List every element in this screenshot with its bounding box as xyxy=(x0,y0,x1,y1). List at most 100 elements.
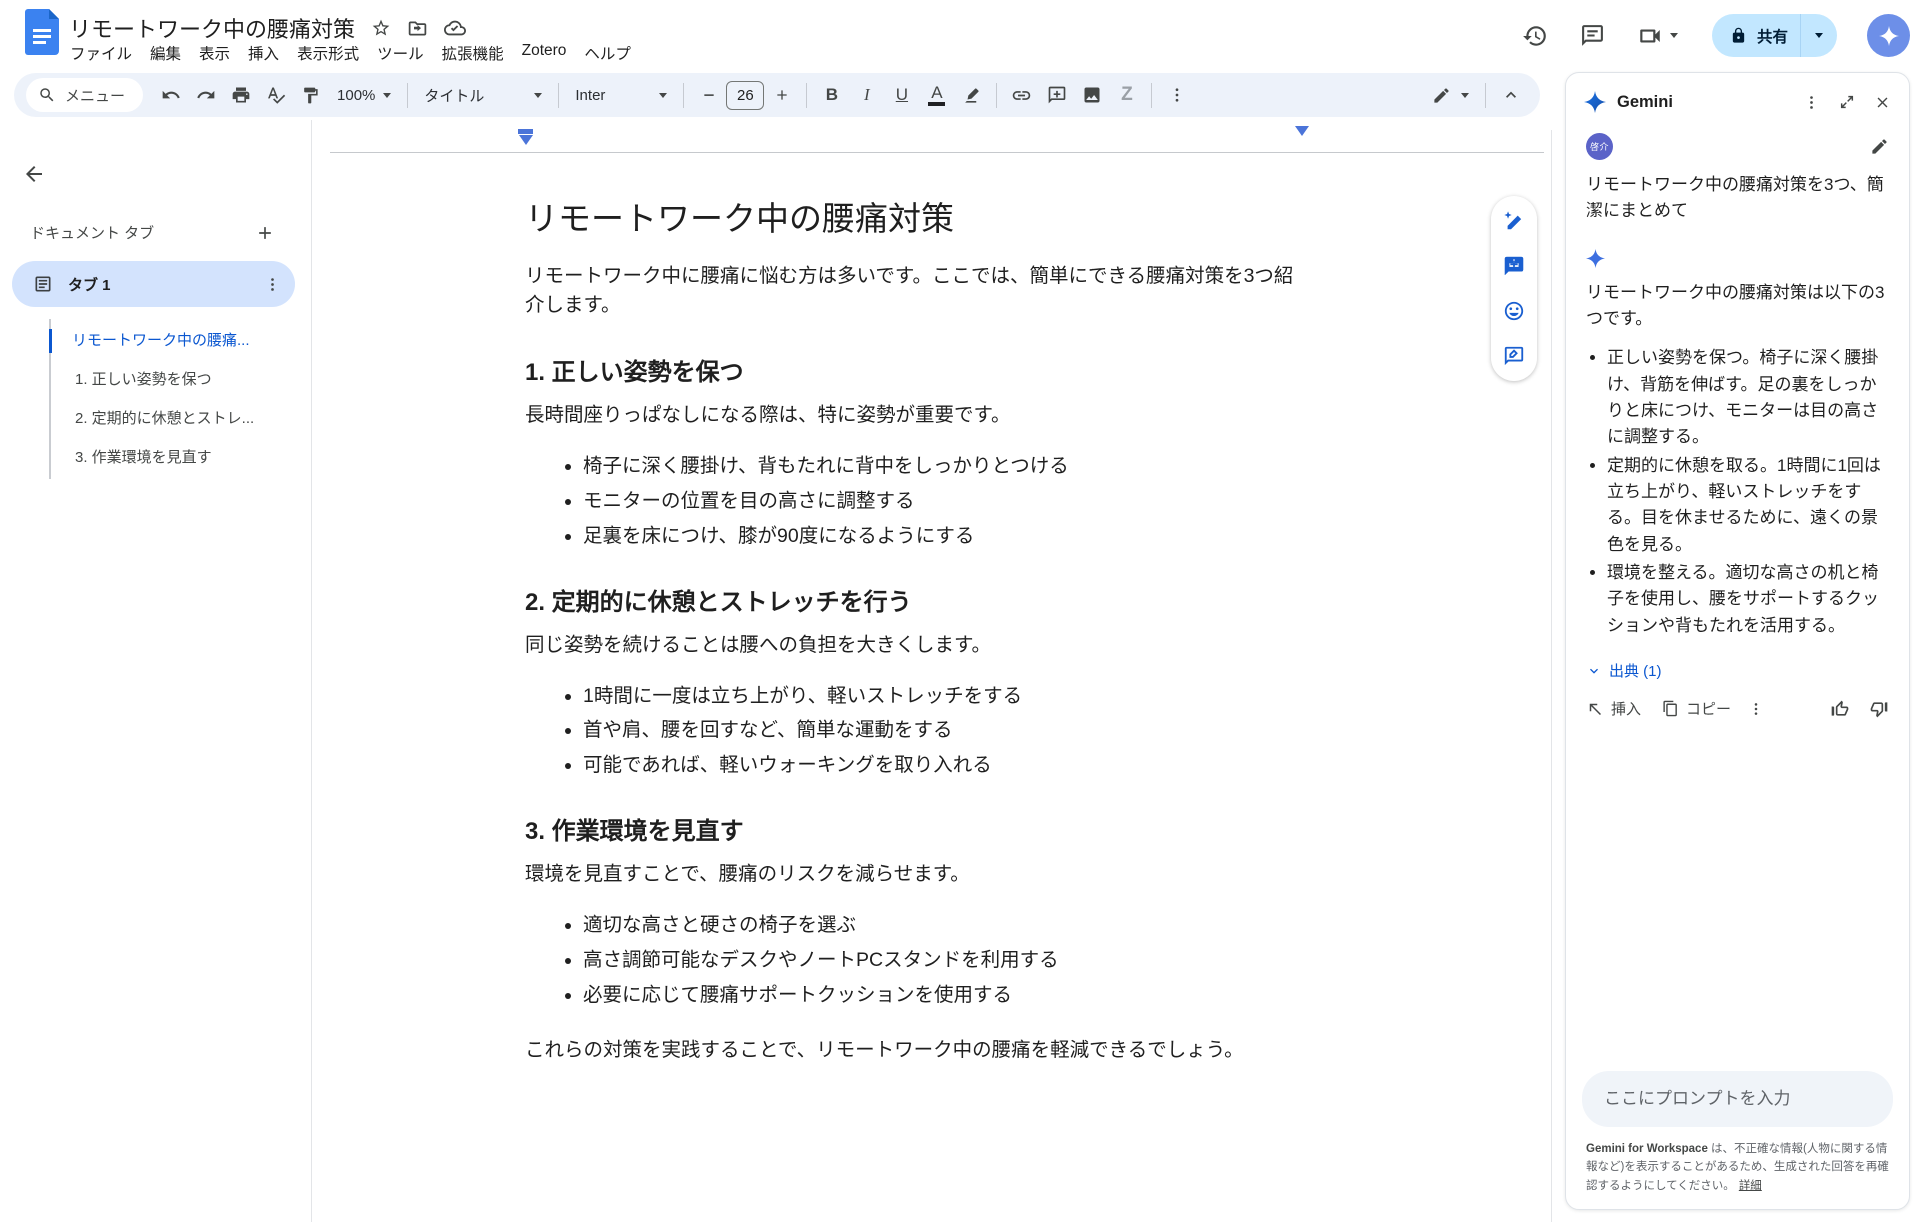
insert-response-button[interactable]: 挿入 xyxy=(1586,698,1641,719)
more-options-button[interactable] xyxy=(1159,78,1194,112)
tab-options-button[interactable] xyxy=(264,276,281,293)
prompt-input-pill[interactable] xyxy=(1582,1071,1893,1127)
search-menus-button[interactable]: メニュー xyxy=(26,78,143,112)
italic-button[interactable]: I xyxy=(849,78,884,112)
menu-zotero[interactable]: Zotero xyxy=(513,40,576,66)
underline-button[interactable]: U xyxy=(884,78,919,112)
gemini-more-options-button[interactable] xyxy=(1803,94,1820,111)
paint-format-button[interactable] xyxy=(293,78,328,112)
doc-list-item: 必要に応じて腰痛サポートクッションを使用する xyxy=(583,983,1307,1009)
google-docs-logo[interactable] xyxy=(25,9,59,55)
gemini-footer: Gemini for Workspace は、不正確な情報(人物に関する情報など… xyxy=(1566,1071,1909,1209)
add-comment-rail-button[interactable] xyxy=(1503,255,1525,277)
editing-mode-select[interactable] xyxy=(1423,78,1478,112)
gemini-conversation: 啓介 リモートワーク中の腰痛対策を3つ、簡潔にまとめて リモートワーク中の腰痛対… xyxy=(1566,123,1909,1071)
insert-image-button[interactable] xyxy=(1074,78,1109,112)
user-avatar: 啓介 xyxy=(1586,133,1613,160)
share-main-segment[interactable]: 共有 xyxy=(1712,14,1800,57)
print-button[interactable] xyxy=(223,78,258,112)
hide-menus-button[interactable] xyxy=(1493,78,1528,112)
menu-tools[interactable]: ツール xyxy=(368,40,433,66)
font-select[interactable]: Inter xyxy=(566,78,676,112)
style-caret-icon xyxy=(534,93,542,98)
text-color-button[interactable]: A xyxy=(919,78,954,112)
doc-list-item: 1時間に一度は立ち上がり、軽いストレッチをする xyxy=(583,684,1307,710)
videocam-icon xyxy=(1637,23,1663,49)
insert-link-button[interactable] xyxy=(1004,78,1039,112)
zotero-button[interactable]: Z xyxy=(1109,78,1144,112)
comments-icon[interactable] xyxy=(1579,22,1607,50)
menu-edit[interactable]: 編集 xyxy=(141,40,190,66)
response-more-button[interactable] xyxy=(1748,701,1764,717)
highlight-color-button[interactable] xyxy=(954,78,989,112)
outline-item-title[interactable]: リモートワーク中の腰痛... xyxy=(51,321,301,360)
edit-prompt-button[interactable] xyxy=(1870,137,1889,156)
search-menus-label: メニュー xyxy=(65,85,125,106)
decrease-font-size-button[interactable] xyxy=(691,78,726,112)
prompt-input[interactable] xyxy=(1590,1075,1885,1123)
menu-help[interactable]: ヘルプ xyxy=(575,40,640,66)
doc-list-item: 可能であれば、軽いウォーキングを取り入れる xyxy=(583,753,1307,779)
header-right-actions: 共有 xyxy=(1521,14,1910,57)
outline-item-1[interactable]: 1. 正しい姿勢を保つ xyxy=(51,360,301,399)
formatting-toolbar: メニュー 100% タイトル Inter 26 B I U A xyxy=(14,73,1540,117)
doc-closing-paragraph: これらの対策を実践することで、リモートワーク中の腰痛を軽減できるでしょう。 xyxy=(525,1036,1307,1065)
undo-button[interactable] xyxy=(153,78,188,112)
copy-label: コピー xyxy=(1686,698,1731,719)
editing-mode-caret-icon xyxy=(1461,93,1469,98)
sources-toggle[interactable]: 出典 (1) xyxy=(1586,660,1889,681)
add-tab-button[interactable] xyxy=(255,223,275,243)
menu-file[interactable]: ファイル xyxy=(61,40,141,66)
redo-button[interactable] xyxy=(188,78,223,112)
gemini-close-button[interactable] xyxy=(1874,94,1891,111)
add-comment-button[interactable] xyxy=(1039,78,1074,112)
thumbs-down-button[interactable] xyxy=(1869,699,1889,719)
gemini-spark-icon xyxy=(1584,91,1606,113)
move-to-folder-icon[interactable] xyxy=(407,18,428,39)
version-history-icon[interactable] xyxy=(1521,22,1549,50)
emoji-reaction-button[interactable] xyxy=(1503,300,1525,322)
star-icon[interactable] xyxy=(371,18,391,38)
doc-lead-2: 同じ姿勢を続けることは腰への負担を大きくします。 xyxy=(525,631,1307,660)
gemini-side-panel: Gemini 啓介 リモートワーク中の腰痛対策を3つ、簡潔にまとめて リモートワ… xyxy=(1565,72,1910,1210)
outline-item-3[interactable]: 3. 作業環境を見直す xyxy=(51,438,301,477)
insert-label: 挿入 xyxy=(1611,698,1641,719)
suggest-edits-button[interactable] xyxy=(1503,345,1525,367)
cloud-saved-icon[interactable] xyxy=(444,17,466,39)
left-indent-marker[interactable] xyxy=(518,129,533,145)
doc-list-3: 適切な高さと硬さの椅子を選ぶ 高さ調節可能なデスクやノートPCスタンドを利用する… xyxy=(525,913,1307,1008)
outline-item-2[interactable]: 2. 定期的に休憩とストレ... xyxy=(51,399,301,438)
gemini-avatar-button[interactable] xyxy=(1867,14,1910,57)
join-call-button[interactable] xyxy=(1637,23,1678,49)
share-button[interactable]: 共有 xyxy=(1712,14,1837,57)
zoom-select[interactable]: 100% xyxy=(328,78,400,112)
videocam-dropdown-caret-icon xyxy=(1670,33,1678,38)
right-indent-marker[interactable] xyxy=(1295,136,1309,154)
details-link[interactable]: 詳細 xyxy=(1739,1180,1762,1192)
tab-item-1[interactable]: タブ 1 xyxy=(12,261,295,307)
response-bullet: 環境を整える。適切な高さの机と椅子を使用し、腰をサポートするクッションや背もたれ… xyxy=(1607,560,1889,639)
gemini-expand-button[interactable] xyxy=(1839,94,1855,110)
toolbar-divider xyxy=(1151,83,1152,108)
zoom-caret-icon xyxy=(383,93,391,98)
menu-extensions[interactable]: 拡張機能 xyxy=(433,40,513,66)
spellcheck-button[interactable] xyxy=(258,78,293,112)
thumbs-up-button[interactable] xyxy=(1830,699,1850,719)
ruler xyxy=(330,152,1544,153)
doc-lead-3: 環境を見直すことで、腰痛のリスクを減らせます。 xyxy=(525,860,1307,889)
document-page[interactable]: リモートワーク中の腰痛対策 リモートワーク中に腰痛に悩む方は多いです。ここでは、… xyxy=(525,197,1307,1066)
bold-button[interactable]: B xyxy=(814,78,849,112)
toolbar-divider xyxy=(683,83,684,108)
menu-format[interactable]: 表示形式 xyxy=(288,40,368,66)
response-bullet-list: 正しい姿勢を保つ。椅子に深く腰掛け、背筋を伸ばす。足の裏をしっかりと床につけ、モ… xyxy=(1586,345,1889,641)
help-me-write-button[interactable] xyxy=(1503,210,1525,232)
back-arrow-button[interactable] xyxy=(20,160,48,188)
menu-insert[interactable]: 挿入 xyxy=(239,40,288,66)
floating-action-rail xyxy=(1491,196,1537,381)
copy-response-button[interactable]: コピー xyxy=(1662,698,1731,719)
paragraph-style-select[interactable]: タイトル xyxy=(415,78,551,112)
menu-view[interactable]: 表示 xyxy=(190,40,239,66)
share-dropdown[interactable] xyxy=(1801,14,1837,57)
increase-font-size-button[interactable] xyxy=(764,78,799,112)
font-size-input[interactable]: 26 xyxy=(726,81,764,110)
